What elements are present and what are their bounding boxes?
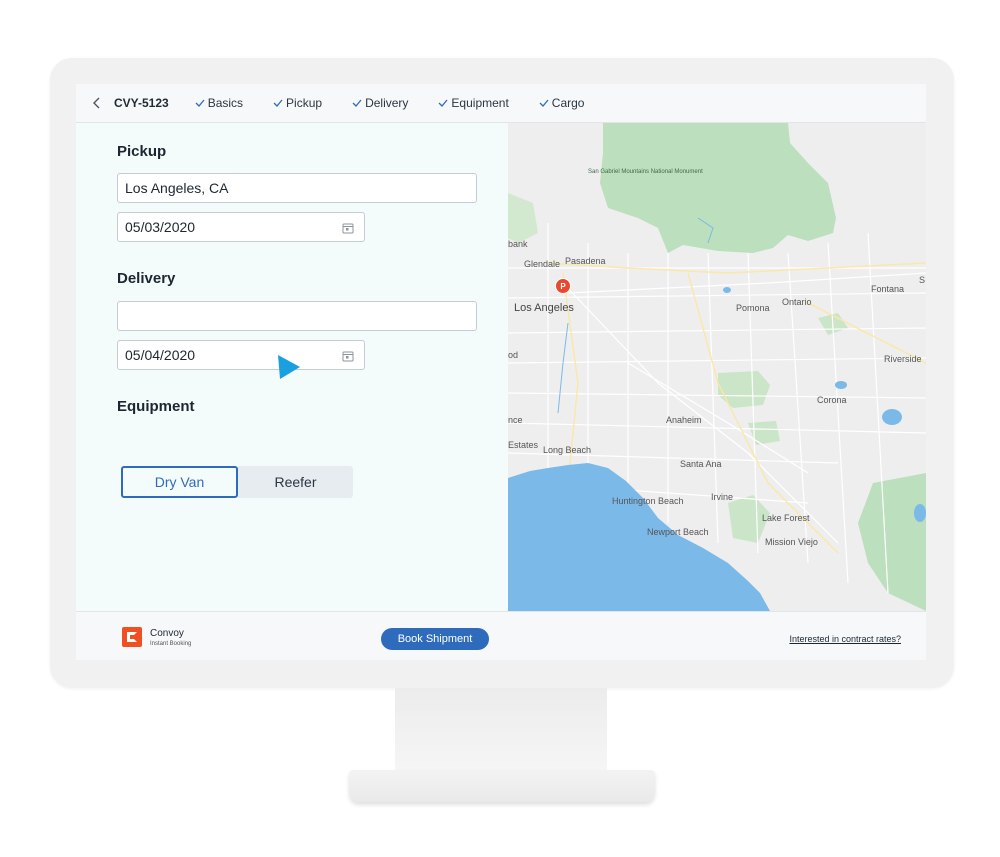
tab-label: Delivery	[365, 96, 409, 110]
contract-rates-link[interactable]: Interested in contract rates?	[789, 634, 901, 644]
pickup-pin-icon[interactable]: P	[555, 278, 571, 294]
pointer-cursor-icon	[278, 355, 300, 379]
top-nav: CVY-5123 Basics Pickup Delivery Equipmen…	[76, 84, 926, 123]
delivery-date-input[interactable]: 05/04/2020	[117, 340, 365, 370]
book-shipment-button[interactable]: Book Shipment	[381, 628, 489, 650]
park-area	[718, 371, 770, 408]
national-forest-area	[600, 123, 836, 253]
tab-pickup[interactable]: Pickup	[273, 96, 322, 110]
tab-label: Pickup	[286, 96, 323, 110]
map-label-irvine: Irvine	[711, 492, 734, 502]
map-label-ontario: Ontario	[782, 297, 812, 307]
map-label-riverside: Riverside	[884, 354, 922, 364]
brand-name: Convoy	[150, 627, 184, 639]
ocean	[508, 463, 770, 611]
pickup-heading: Pickup	[117, 143, 167, 160]
map-label-santa-ana: Santa Ana	[680, 459, 722, 469]
map-label-newport-beach: Newport Beach	[647, 527, 709, 537]
lake	[882, 409, 902, 425]
tab-equipment[interactable]: Equipment	[438, 96, 509, 110]
tab-delivery[interactable]: Delivery	[352, 96, 408, 110]
pickup-location-input[interactable]: Los Angeles, CA	[117, 173, 477, 203]
delivery-date-value: 05/04/2020	[125, 347, 196, 363]
footer-bar: Convoy Instant Booking Book Shipment Int…	[76, 611, 926, 660]
lake	[914, 504, 926, 522]
checkmark-icon	[352, 99, 362, 107]
delivery-location-input[interactable]	[117, 301, 477, 331]
equipment-option-dry-van[interactable]: Dry Van	[121, 466, 238, 498]
convoy-logo-icon	[122, 627, 142, 647]
checkmark-icon	[438, 99, 448, 107]
lake	[835, 381, 847, 389]
map-label-glendale: Glendale	[524, 259, 561, 269]
map-label-monument: San Gabriel Mountains National Monument	[588, 169, 703, 175]
shipment-form: Pickup Los Angeles, CA 05/03/2020 Delive…	[76, 123, 508, 611]
map-label-pasadena: Pasadena	[565, 256, 606, 266]
delivery-heading: Delivery	[117, 270, 176, 287]
river	[557, 322, 569, 414]
map-label-estates: Estates	[508, 440, 539, 450]
equipment-toggle: Dry Van Reefer	[121, 466, 353, 498]
tab-cargo[interactable]: Cargo	[539, 96, 585, 110]
brand-text: Convoy Instant Booking	[150, 628, 191, 647]
equipment-heading: Equipment	[117, 398, 195, 415]
lake	[723, 287, 731, 293]
park-area	[858, 473, 926, 611]
map-label-hollywood: od	[508, 350, 519, 360]
checkmark-icon	[273, 99, 283, 107]
map-label-fontana: Fontana	[871, 284, 905, 294]
park-area	[748, 421, 780, 445]
tab-label: Cargo	[551, 96, 585, 110]
pickup-date-value: 05/03/2020	[125, 219, 196, 235]
checkmark-icon	[195, 99, 205, 107]
map-label-lake-forest: Lake Forest	[762, 513, 810, 523]
map-label-edge: S	[919, 275, 926, 285]
checkmark-icon	[539, 99, 549, 107]
map-label-pomona: Pomona	[736, 303, 770, 313]
pickup-date-input[interactable]: 05/03/2020	[117, 212, 365, 242]
tab-label: Basics	[207, 96, 244, 110]
step-tabs: Basics Pickup Delivery Equipment Cargo	[195, 96, 615, 110]
calendar-icon[interactable]	[342, 222, 354, 234]
chevron-left-icon	[93, 97, 100, 109]
map-label-mission-viejo: Mission Viejo	[765, 537, 818, 547]
map-label-long-beach: Long Beach	[543, 445, 592, 455]
map-label-huntington-beach: Huntington Beach	[612, 496, 684, 506]
brand-subtitle: Instant Booking	[150, 640, 192, 647]
app-screen: CVY-5123 Basics Pickup Delivery Equipmen…	[76, 84, 926, 660]
tab-label: Equipment	[451, 96, 509, 110]
map-label-los-angeles: Los Angeles	[514, 302, 574, 314]
route-map[interactable]: San Gabriel Mountains National Monument …	[508, 123, 926, 611]
map-label-anaheim: Anaheim	[666, 415, 702, 425]
map-canvas	[508, 123, 926, 611]
map-label-burbank: bank	[508, 239, 528, 249]
back-button[interactable]	[90, 96, 104, 110]
map-label-corona: Corona	[817, 395, 847, 405]
brand: Convoy Instant Booking	[122, 627, 191, 647]
equipment-option-reefer[interactable]: Reefer	[238, 466, 353, 498]
park-area	[508, 193, 538, 243]
monitor-stand-neck	[395, 688, 607, 774]
tab-basics[interactable]: Basics	[195, 96, 243, 110]
shipment-id: CVY-5123	[114, 96, 169, 110]
map-label-torrance: nce	[508, 415, 523, 425]
monitor-stand-base	[349, 770, 655, 802]
calendar-icon[interactable]	[342, 350, 354, 362]
